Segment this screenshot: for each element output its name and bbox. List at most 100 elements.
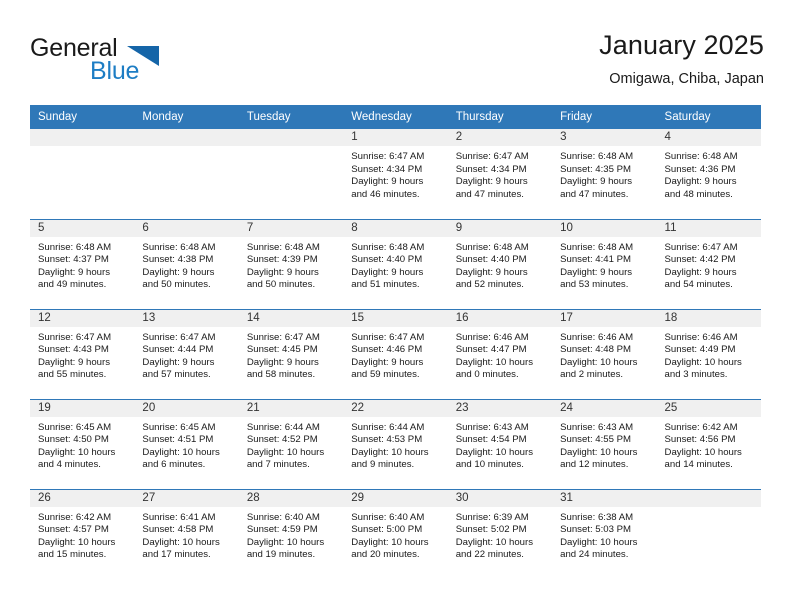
day-cell[interactable]: 9 Sunrise: 6:48 AM Sunset: 4:40 PM Daylig… — [447, 218, 553, 309]
day-cell[interactable]: 30 Sunrise: 6:39 AM Sunset: 5:02 PM Dayli… — [447, 488, 553, 579]
day-number: 7 — [238, 219, 344, 237]
calendar-page: General Blue January 2025 Omigawa, Chiba… — [0, 0, 792, 612]
brand-name-blue: Blue — [90, 57, 140, 85]
calendar-week-row: 5 Sunrise: 6:48 AM Sunset: 4:37 PM Daylig… — [30, 218, 761, 309]
day-cell[interactable]: 14 Sunrise: 6:47 AM Sunset: 4:45 PM Dayli… — [238, 308, 344, 399]
day-number: 14 — [238, 309, 344, 327]
day-cell[interactable]: 29 Sunrise: 6:40 AM Sunset: 5:00 PM Dayli… — [343, 488, 448, 579]
sun-times-info: Sunrise: 6:47 AM Sunset: 4:45 PM Dayligh… — [246, 331, 320, 381]
brand-logo[interactable]: General Blue — [30, 34, 210, 90]
day-cell[interactable]: 2 Sunrise: 6:47 AM Sunset: 4:34 PM Daylig… — [447, 129, 553, 219]
day-number: 31 — [552, 489, 657, 507]
day-cell[interactable]: 10 Sunrise: 6:48 AM Sunset: 4:41 PM Dayli… — [552, 218, 657, 309]
day-number: 8 — [343, 219, 448, 237]
day-number: 5 — [30, 219, 135, 237]
calendar-grid: Sunday Monday Tuesday Wednesday Thursday Frid… — [30, 105, 761, 579]
day-cell[interactable]: 28 Sunrise: 6:40 AM Sunset: 4:59 PM Dayli… — [238, 488, 344, 579]
day-cell-empty — [134, 129, 239, 219]
day-number: 3 — [552, 129, 657, 146]
day-cell[interactable]: 1 Sunrise: 6:47 AM Sunset: 4:34 PM Daylig… — [343, 129, 448, 219]
day-cell[interactable]: 21 Sunrise: 6:44 AM Sunset: 4:52 PM Dayli… — [238, 398, 344, 489]
day-cell[interactable]: 5 Sunrise: 6:48 AM Sunset: 4:37 PM Daylig… — [30, 218, 135, 309]
weekday-header-thursday: Thursday — [447, 105, 553, 129]
day-cell[interactable]: 27 Sunrise: 6:41 AM Sunset: 4:58 PM Dayli… — [134, 488, 239, 579]
day-cell[interactable]: 26 Sunrise: 6:42 AM Sunset: 4:57 PM Dayli… — [30, 488, 135, 579]
day-number — [238, 129, 344, 146]
sun-times-info: Sunrise: 6:47 AM Sunset: 4:44 PM Dayligh… — [142, 331, 216, 381]
sun-times-info: Sunrise: 6:47 AM Sunset: 4:42 PM Dayligh… — [664, 241, 738, 291]
sun-times-info: Sunrise: 6:43 AM Sunset: 4:54 PM Dayligh… — [455, 421, 534, 471]
sun-times-info: Sunrise: 6:47 AM Sunset: 4:34 PM Dayligh… — [351, 151, 425, 200]
day-number: 20 — [134, 399, 239, 417]
day-number: 21 — [238, 399, 344, 417]
day-number: 18 — [656, 309, 761, 327]
day-cell[interactable]: 7 Sunrise: 6:48 AM Sunset: 4:39 PM Daylig… — [238, 218, 344, 309]
day-number: 28 — [238, 489, 344, 507]
day-number: 2 — [447, 129, 553, 146]
sun-times-info: Sunrise: 6:45 AM Sunset: 4:51 PM Dayligh… — [142, 421, 220, 471]
day-cell[interactable]: 22 Sunrise: 6:44 AM Sunset: 4:53 PM Dayli… — [343, 398, 448, 489]
day-cell[interactable]: 18 Sunrise: 6:46 AM Sunset: 4:49 PM Dayli… — [656, 308, 761, 399]
day-number: 1 — [343, 129, 448, 146]
day-number — [656, 489, 761, 507]
sun-times-info: Sunrise: 6:48 AM Sunset: 4:37 PM Dayligh… — [38, 241, 112, 291]
day-number: 24 — [552, 399, 657, 417]
day-cell[interactable]: 13 Sunrise: 6:47 AM Sunset: 4:44 PM Dayli… — [134, 308, 239, 399]
calendar-body: 1 Sunrise: 6:47 AM Sunset: 4:34 PM Daylig… — [30, 129, 761, 579]
day-cell[interactable]: 6 Sunrise: 6:48 AM Sunset: 4:38 PM Daylig… — [134, 218, 239, 309]
day-number: 17 — [552, 309, 657, 327]
day-cell[interactable]: 23 Sunrise: 6:43 AM Sunset: 4:54 PM Dayli… — [447, 398, 553, 489]
day-cell[interactable]: 3 Sunrise: 6:48 AM Sunset: 4:35 PM Daylig… — [552, 129, 657, 219]
day-cell[interactable]: 17 Sunrise: 6:46 AM Sunset: 4:48 PM Dayli… — [552, 308, 657, 399]
page-header: General Blue January 2025 Omigawa, Chiba… — [30, 28, 764, 98]
weekday-header-tuesday: Tuesday — [238, 105, 344, 129]
day-cell[interactable]: 4 Sunrise: 6:48 AM Sunset: 4:36 PM Daylig… — [656, 129, 761, 219]
day-cell[interactable]: 8 Sunrise: 6:48 AM Sunset: 4:40 PM Daylig… — [343, 218, 448, 309]
day-number: 15 — [343, 309, 448, 327]
day-number: 25 — [656, 399, 761, 417]
sun-times-info: Sunrise: 6:39 AM Sunset: 5:02 PM Dayligh… — [455, 511, 534, 561]
day-cell[interactable]: 16 Sunrise: 6:46 AM Sunset: 4:47 PM Dayli… — [447, 308, 553, 399]
page-subtitle: Omigawa, Chiba, Japan — [609, 71, 764, 87]
day-cell[interactable]: 25 Sunrise: 6:42 AM Sunset: 4:56 PM Dayli… — [656, 398, 761, 489]
weekday-header-saturday: Saturday — [656, 105, 761, 129]
day-cell[interactable]: 15 Sunrise: 6:47 AM Sunset: 4:46 PM Dayli… — [343, 308, 448, 399]
sun-times-info: Sunrise: 6:48 AM Sunset: 4:39 PM Dayligh… — [246, 241, 320, 291]
sun-times-info: Sunrise: 6:42 AM Sunset: 4:57 PM Dayligh… — [38, 511, 116, 561]
sun-times-info: Sunrise: 6:44 AM Sunset: 4:53 PM Dayligh… — [351, 421, 429, 471]
day-cell[interactable]: 11 Sunrise: 6:47 AM Sunset: 4:42 PM Dayli… — [656, 218, 761, 309]
sun-times-info: Sunrise: 6:48 AM Sunset: 4:40 PM Dayligh… — [455, 241, 529, 291]
weekday-header-monday: Monday — [134, 105, 239, 129]
weekday-header-friday: Friday — [552, 105, 657, 129]
sun-times-info: Sunrise: 6:48 AM Sunset: 4:38 PM Dayligh… — [142, 241, 216, 291]
day-number: 4 — [656, 129, 761, 146]
sun-times-info: Sunrise: 6:38 AM Sunset: 5:03 PM Dayligh… — [560, 511, 638, 561]
day-cell[interactable]: 24 Sunrise: 6:43 AM Sunset: 4:55 PM Dayli… — [552, 398, 657, 489]
sun-times-info: Sunrise: 6:47 AM Sunset: 4:43 PM Dayligh… — [38, 331, 112, 381]
day-number: 19 — [30, 399, 135, 417]
day-number: 13 — [134, 309, 239, 327]
day-number: 10 — [552, 219, 657, 237]
day-number: 23 — [447, 399, 553, 417]
day-number: 30 — [447, 489, 553, 507]
day-number: 9 — [447, 219, 553, 237]
sun-times-info: Sunrise: 6:44 AM Sunset: 4:52 PM Dayligh… — [246, 421, 325, 471]
day-number: 22 — [343, 399, 448, 417]
sun-times-info: Sunrise: 6:46 AM Sunset: 4:49 PM Dayligh… — [664, 331, 742, 381]
day-cell[interactable]: 20 Sunrise: 6:45 AM Sunset: 4:51 PM Dayli… — [134, 398, 239, 489]
calendar-week-row: 26 Sunrise: 6:42 AM Sunset: 4:57 PM Dayli… — [30, 488, 761, 579]
day-cell[interactable]: 12 Sunrise: 6:47 AM Sunset: 4:43 PM Dayli… — [30, 308, 135, 399]
day-number: 27 — [134, 489, 239, 507]
sun-times-info: Sunrise: 6:45 AM Sunset: 4:50 PM Dayligh… — [38, 421, 116, 471]
calendar-week-row: 12 Sunrise: 6:47 AM Sunset: 4:43 PM Dayli… — [30, 308, 761, 399]
sun-times-info: Sunrise: 6:48 AM Sunset: 4:41 PM Dayligh… — [560, 241, 634, 291]
day-cell[interactable]: 31 Sunrise: 6:38 AM Sunset: 5:03 PM Dayli… — [552, 488, 657, 579]
sun-times-info: Sunrise: 6:47 AM Sunset: 4:34 PM Dayligh… — [455, 151, 529, 200]
weekday-header-wednesday: Wednesday — [343, 105, 448, 129]
sun-times-info: Sunrise: 6:47 AM Sunset: 4:46 PM Dayligh… — [351, 331, 425, 381]
sun-times-info: Sunrise: 6:46 AM Sunset: 4:47 PM Dayligh… — [455, 331, 534, 381]
sun-times-info: Sunrise: 6:46 AM Sunset: 4:48 PM Dayligh… — [560, 331, 638, 381]
day-cell[interactable]: 19 Sunrise: 6:45 AM Sunset: 4:50 PM Dayli… — [30, 398, 135, 489]
sun-times-info: Sunrise: 6:43 AM Sunset: 4:55 PM Dayligh… — [560, 421, 638, 471]
day-number: 6 — [134, 219, 239, 237]
